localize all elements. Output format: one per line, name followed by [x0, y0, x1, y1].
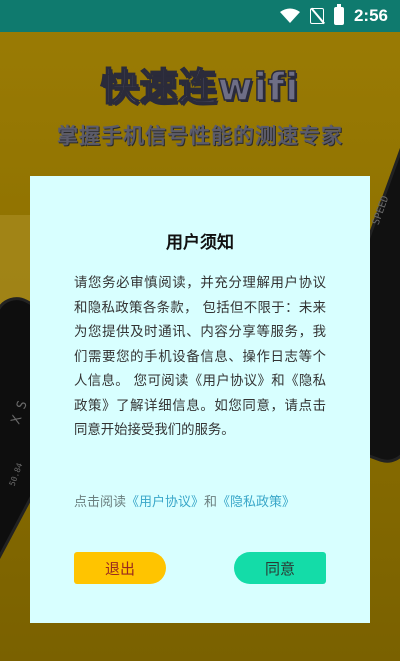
status-bar: 2:56: [0, 0, 400, 32]
links-prefix: 点击阅读: [74, 495, 127, 510]
status-time: 2:56: [353, 6, 388, 25]
wifi-icon: [279, 8, 300, 24]
exit-button[interactable]: 退出: [74, 552, 166, 584]
agree-button[interactable]: 同意: [234, 552, 326, 584]
user-agreement-link[interactable]: 《用户协议》: [126, 495, 204, 510]
dialog-title: 用户须知: [166, 233, 234, 253]
agreement-links: 点击阅读《用户协议》和《隐私政策》: [74, 495, 314, 511]
privacy-policy-link[interactable]: 《隐私政策》: [217, 495, 295, 510]
user-notice-dialog: 用户须知 请您务必审慎阅读，并充分理解用户协议和隐私政策各条款， 包括但不限于：…: [30, 176, 370, 623]
splash-title: 快速连wifi: [100, 64, 300, 110]
links-and: 和: [204, 495, 218, 510]
no-sim-icon: [309, 8, 324, 24]
battery-charging-icon: [333, 4, 344, 25]
dialog-body: 请您务必审慎阅读，并充分理解用户协议和隐私政策各条款， 包括但不限于：未来为您提…: [74, 276, 326, 438]
splash-subtitle: 掌握手机信号性能的测速专家: [57, 124, 343, 148]
